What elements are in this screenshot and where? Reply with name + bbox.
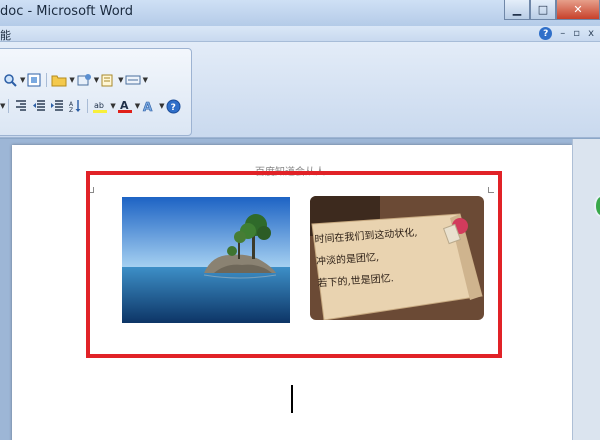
separator: [8, 99, 10, 113]
folder-icon[interactable]: [50, 72, 68, 88]
font-color-icon[interactable]: A: [116, 98, 134, 114]
styles-icon[interactable]: [75, 72, 93, 88]
seascape-image[interactable]: [122, 197, 290, 323]
align-right-icon[interactable]: [12, 98, 30, 114]
separator: [46, 73, 48, 87]
chevron-down-icon[interactable]: ▼: [0, 102, 5, 110]
svg-text:?: ?: [171, 103, 176, 113]
maximize-button[interactable]: □: [530, 0, 556, 20]
ribbon-group: ▼ ▼ ▼ ▼ ▼ ▼ A Z ab ▼ A ▼ A ▼ ?: [0, 48, 192, 136]
fit-page-icon[interactable]: [25, 72, 43, 88]
ribbon: ▼ ▼ ▼ ▼ ▼ ▼ A Z ab ▼ A ▼ A ▼ ?: [0, 42, 600, 138]
text-cursor: [291, 385, 293, 413]
close-button[interactable]: ✕: [556, 0, 600, 20]
ribbon-row-2: ▼ AZ ab ▼ A ▼ A ▼ ?: [0, 97, 183, 115]
svg-text:ab: ab: [94, 101, 104, 110]
indent-increase-icon[interactable]: [48, 98, 66, 114]
document-workspace: 百度知道会从人 时间在我们到这动状化, 冲淡的是团忆, 若下的,世是团忆.: [0, 139, 600, 440]
document-controls: ? – ▫ x: [539, 27, 594, 40]
svg-text:A: A: [143, 100, 153, 114]
vertical-scrollbar[interactable]: [572, 139, 600, 440]
document-page[interactable]: 百度知道会从人 时间在我们到这动状化, 冲淡的是团忆, 若下的,世是团忆.: [12, 145, 572, 440]
indent-decrease-icon[interactable]: [30, 98, 48, 114]
handwritten-note-text: 时间在我们到这动状化, 冲淡的是团忆, 若下的,世是团忆.: [314, 222, 422, 295]
help-icon[interactable]: ?: [539, 27, 553, 40]
menu-row: 能 ? – ▫ x: [0, 26, 600, 42]
sort-icon[interactable]: AZ: [66, 98, 84, 114]
ribbon-row-1: ▼ ▼ ▼ ▼ ▼: [1, 71, 148, 89]
window-title: doc - Microsoft Word: [0, 4, 134, 19]
window-controls: ▁ □ ✕: [504, 0, 600, 20]
text-effect-icon[interactable]: A: [140, 98, 158, 114]
separator: [87, 99, 89, 113]
highlight-icon[interactable]: ab: [91, 98, 109, 114]
svg-text:Z: Z: [69, 107, 73, 113]
menu-tab-label[interactable]: 能: [0, 27, 11, 43]
box-icon[interactable]: [124, 72, 142, 88]
minimize-button[interactable]: ▁: [504, 0, 530, 20]
help-icon[interactable]: ?: [165, 98, 183, 114]
doc-restore-button[interactable]: ▫: [573, 28, 580, 39]
zoom-icon[interactable]: [1, 72, 19, 88]
chevron-down-icon[interactable]: ▼: [143, 76, 148, 84]
handwritten-note-image[interactable]: 时间在我们到这动状化, 冲淡的是团忆, 若下的,世是团忆.: [310, 196, 484, 320]
title-bar: doc - Microsoft Word ▁ □ ✕: [0, 0, 600, 26]
paste-format-icon[interactable]: [99, 72, 117, 88]
doc-close-button[interactable]: x: [588, 28, 594, 39]
doc-minimize-button[interactable]: –: [560, 28, 565, 39]
